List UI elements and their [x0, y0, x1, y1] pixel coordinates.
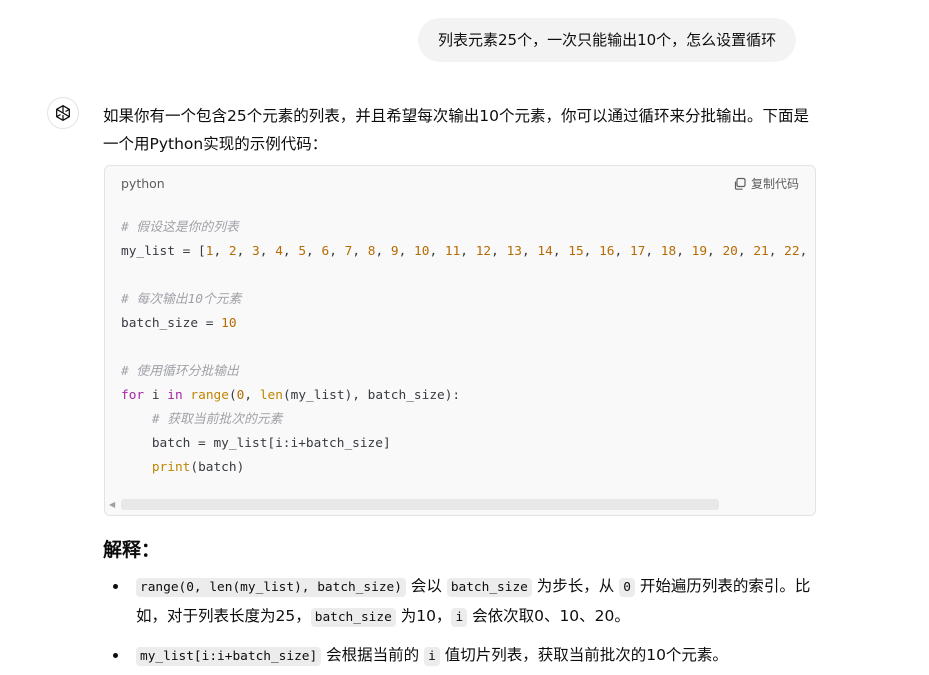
- inline-code: my_list[i:i+batch_size]: [136, 647, 322, 666]
- code-number: 9: [390, 244, 399, 259]
- copy-icon: [734, 177, 746, 190]
- code-number: 3: [252, 244, 260, 259]
- code-number: 10: [221, 316, 237, 331]
- user-message-text: 列表元素25个，一次只能输出10个，怎么设置循环: [438, 31, 777, 49]
- inline-code: range(0, len(my_list), batch_size): [136, 578, 406, 597]
- scroll-left-arrow-icon[interactable]: ◀: [109, 500, 115, 510]
- code-number: 5: [298, 244, 307, 259]
- inline-code: i: [451, 608, 468, 627]
- assistant-intro-text: 如果你有一个包含25个元素的列表，并且希望每次输出10个元素，你可以通过循环来分…: [103, 107, 809, 153]
- bullet-text: 会以: [405, 577, 447, 595]
- code-identifier: batch_size: [121, 316, 199, 331]
- code-identifier: my_list: [121, 244, 175, 259]
- code-number: 16: [599, 244, 615, 259]
- code-identifier: i: [151, 388, 160, 403]
- code-line-for: for i in range(0, len(my_list), batch_si…: [121, 388, 461, 403]
- list-item: my_list[i:i+batch_size] 会根据当前的 i 值切片列表，获…: [103, 641, 817, 671]
- explanation-list: range(0, len(my_list), batch_size) 会以 ba…: [103, 572, 817, 671]
- code-list-values: 1, 2, 3, 4, 5, 6, 7, 8, 9, 10, 11, 12, 1…: [205, 244, 815, 259]
- inline-code: i: [424, 647, 440, 666]
- code-text: (batch): [190, 460, 245, 475]
- code-number: 22: [784, 244, 800, 259]
- code-number: 20: [722, 244, 738, 259]
- inline-code: batch_size: [310, 608, 396, 627]
- bullet-text: 为10，: [395, 607, 452, 625]
- code-number: 1: [205, 244, 214, 259]
- bullet-text: 会依次取0、10、20。: [467, 607, 630, 625]
- code-number: 0: [236, 388, 245, 403]
- copy-code-button[interactable]: 复制代码: [733, 175, 799, 192]
- horizontal-scrollbar[interactable]: [121, 499, 719, 510]
- explanation-heading: 解释：: [103, 539, 161, 561]
- bullet-text: 为步长，从: [531, 577, 620, 595]
- code-number: 13: [506, 244, 522, 259]
- bullet-dot: [113, 653, 118, 658]
- bullet-text: 会根据当前的: [321, 646, 425, 664]
- code-number: 15: [568, 244, 584, 259]
- code-line-inner-comment: # 获取当前批次的元素: [121, 408, 815, 432]
- code-block: python 复制代码 # 假设这是你的列表 my_list = [1, 2, 3…: [104, 165, 816, 516]
- inline-code: batch_size: [446, 578, 532, 597]
- code-builtin: print: [151, 460, 191, 475]
- code-line-batch-assign: batch = my_list[i:i+batch_size]: [121, 432, 815, 456]
- code-content: # 假设这是你的列表 my_list = [1, 2, 3, 4, 5, 6, 7…: [121, 216, 815, 480]
- code-block-header: python 复制代码: [105, 166, 815, 202]
- code-number: 4: [275, 244, 283, 259]
- code-builtin: len: [259, 388, 283, 403]
- code-number: 18: [660, 244, 677, 259]
- code-line-list: my_list = [1, 2, 3, 4, 5, 6, 7, 8, 9, 10…: [121, 244, 815, 259]
- list-item: range(0, len(my_list), batch_size) 会以 ba…: [103, 572, 817, 632]
- code-language-label: python: [121, 176, 165, 191]
- code-text: (my_list), batch_size):: [282, 388, 461, 403]
- bullet-text: 值切片列表，获取当前批次的10个元素。: [439, 646, 728, 664]
- code-line-batch-size: batch_size = 10: [121, 316, 237, 331]
- assistant-avatar: [47, 97, 79, 129]
- code-number: 14: [537, 244, 553, 259]
- code-number: 2: [228, 244, 237, 259]
- code-builtin: range: [190, 388, 229, 403]
- user-message-bubble: 列表元素25个，一次只能输出10个，怎么设置循环: [418, 18, 797, 62]
- code-number: 21: [753, 244, 769, 259]
- inline-code: 0: [619, 578, 635, 597]
- openai-logo-icon: [56, 105, 70, 121]
- code-number: 11: [444, 244, 461, 259]
- code-number: 8: [367, 244, 376, 259]
- code-number: 17: [629, 244, 646, 259]
- code-comment: # 每次输出10个元素: [121, 292, 242, 307]
- code-text: batch = my_list[i:i+batch_size]: [151, 436, 391, 451]
- code-number: 19: [691, 244, 708, 259]
- code-comment: # 获取当前批次的元素: [151, 412, 283, 427]
- code-line-print: print(batch): [121, 456, 815, 480]
- code-comment: # 使用循环分批输出: [121, 364, 239, 379]
- code-number: 12: [475, 244, 492, 259]
- code-number: 10: [414, 244, 430, 259]
- code-comment: # 假设这是你的列表: [121, 220, 239, 235]
- copy-code-label: 复制代码: [750, 177, 799, 191]
- code-number: 7: [344, 244, 353, 259]
- code-keyword: for: [121, 388, 145, 403]
- bullet-dot: [113, 584, 118, 589]
- code-keyword: in: [167, 388, 183, 403]
- code-number: 6: [321, 244, 330, 259]
